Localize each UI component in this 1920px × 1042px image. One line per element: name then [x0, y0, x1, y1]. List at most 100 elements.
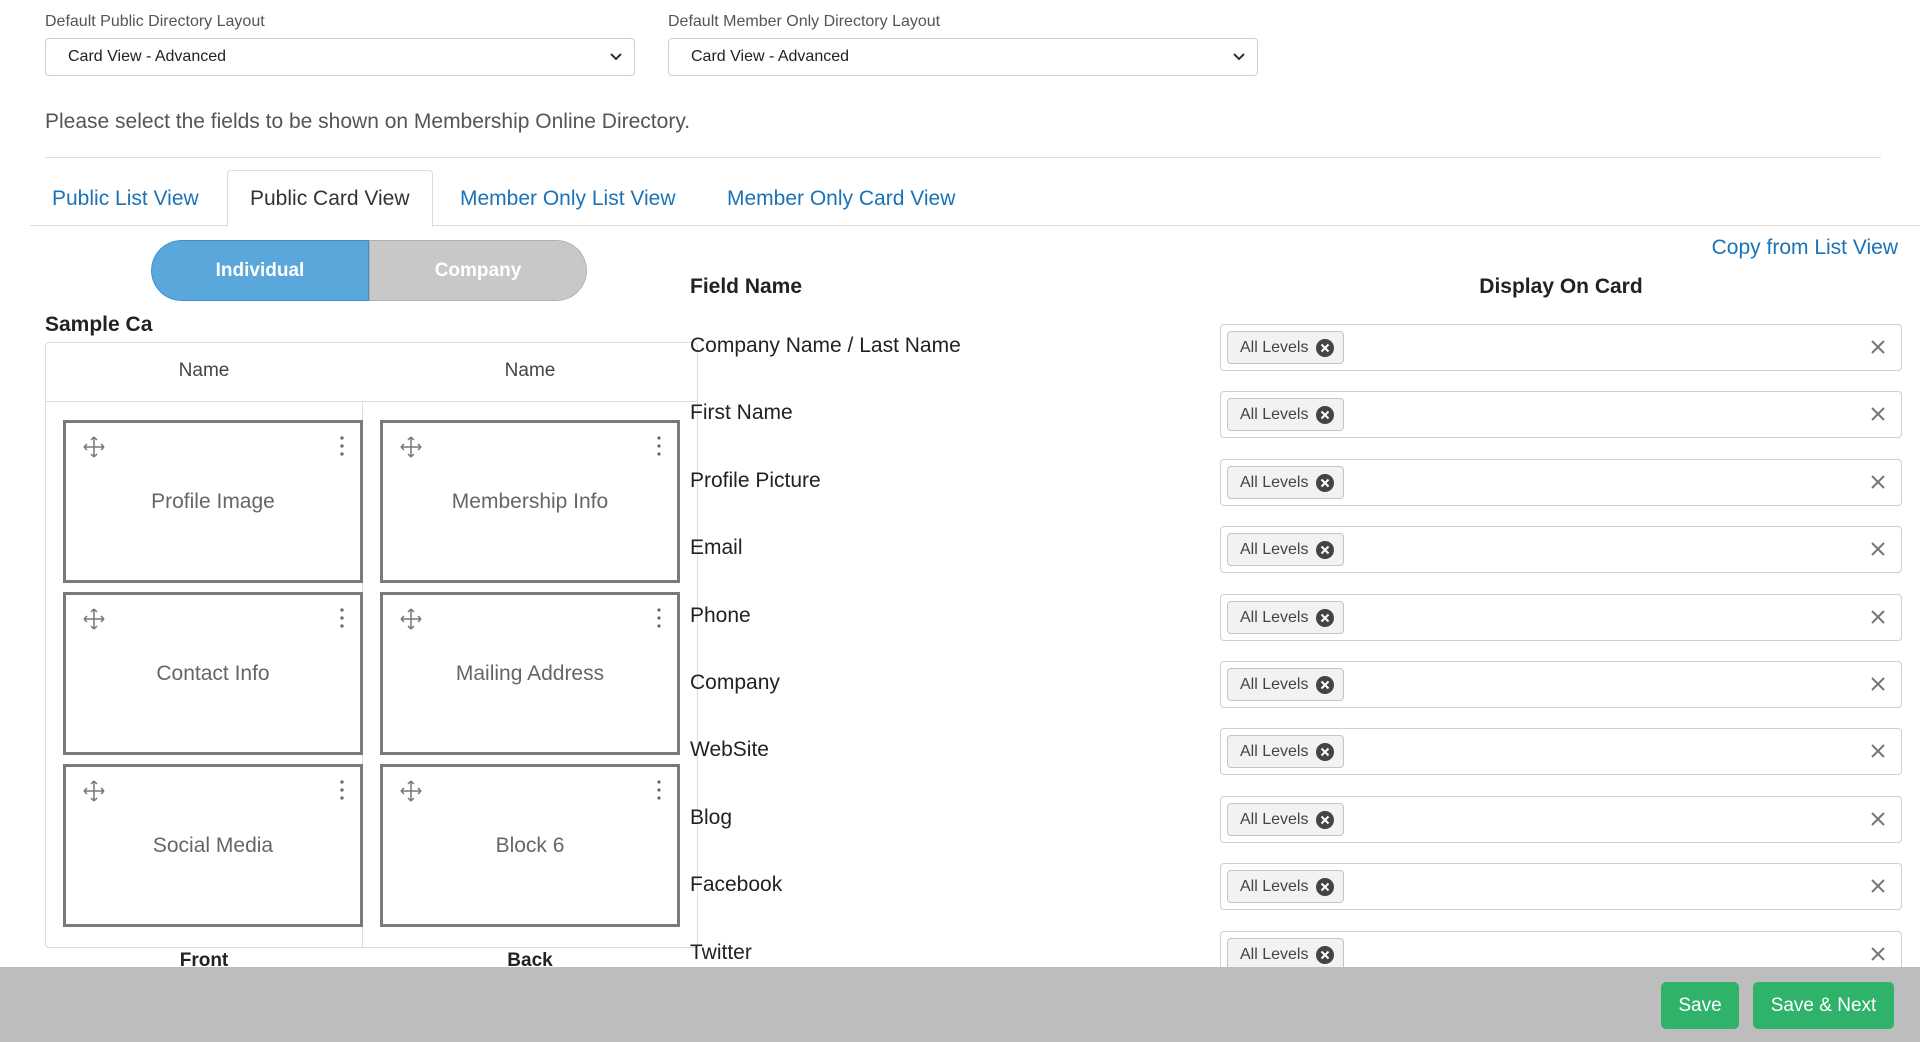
tab-public-card-view[interactable]: Public Card View	[227, 170, 433, 227]
copy-from-list-view-link[interactable]: Copy from List View	[1712, 236, 1898, 260]
level-select[interactable]: All Levels	[1220, 796, 1902, 843]
move-icon[interactable]	[399, 779, 423, 803]
level-tag: All Levels	[1227, 803, 1345, 836]
card-block-mailing-address[interactable]: Mailing Address	[380, 592, 680, 755]
level-tag-label: All Levels	[1240, 945, 1309, 963]
close-circle-icon[interactable]	[1315, 338, 1335, 358]
tab-public-list-view[interactable]: Public List View	[52, 187, 199, 211]
tab-member-only-card-view[interactable]: Member Only Card View	[727, 187, 955, 211]
kebab-icon[interactable]	[338, 607, 346, 629]
move-icon[interactable]	[82, 435, 106, 459]
level-tag: All Levels	[1227, 735, 1345, 768]
member-layout-select[interactable]: Card View - Advanced	[668, 38, 1258, 76]
kebab-icon[interactable]	[338, 435, 346, 457]
field-name-header: Field Name	[690, 275, 803, 298]
level-select[interactable]: All Levels	[1220, 391, 1902, 438]
save-button[interactable]: Save	[1661, 982, 1739, 1029]
level-tag: All Levels	[1227, 398, 1345, 431]
field-name-label: Profile Picture	[690, 469, 821, 492]
close-circle-icon[interactable]	[1315, 405, 1335, 425]
kebab-icon[interactable]	[655, 607, 663, 629]
move-icon[interactable]	[82, 779, 106, 803]
level-tag-label: All Levels	[1240, 338, 1309, 356]
save-next-button[interactable]: Save & Next	[1753, 982, 1894, 1029]
move-icon[interactable]	[399, 607, 423, 631]
block-label: Social Media	[152, 833, 274, 857]
close-circle-icon[interactable]	[1315, 742, 1335, 762]
back-column-header: Name	[504, 360, 556, 381]
level-tag-label: All Levels	[1240, 608, 1309, 626]
level-select[interactable]: All Levels	[1220, 594, 1902, 641]
card-block-profile-image[interactable]: Profile Image	[63, 420, 363, 583]
level-tag-label: All Levels	[1240, 405, 1309, 423]
close-circle-icon[interactable]	[1315, 877, 1335, 897]
chevron-down-icon	[610, 53, 622, 61]
field-name-label: Facebook	[690, 873, 783, 896]
move-icon[interactable]	[399, 435, 423, 459]
close-icon[interactable]	[1869, 473, 1887, 491]
close-icon[interactable]	[1869, 810, 1887, 828]
kebab-icon[interactable]	[338, 779, 346, 801]
kebab-icon[interactable]	[655, 435, 663, 457]
level-tag: All Levels	[1227, 466, 1345, 499]
close-circle-icon[interactable]	[1315, 810, 1335, 830]
close-icon[interactable]	[1869, 608, 1887, 626]
field-name-label: Blog	[690, 806, 733, 829]
member-layout-value: Card View - Advanced	[691, 48, 850, 65]
member-layout-label: Default Member Only Directory Layout	[668, 13, 941, 30]
card-block-membership-info[interactable]: Membership Info	[380, 420, 680, 583]
level-tag-label: All Levels	[1240, 540, 1309, 558]
level-select[interactable]: All Levels	[1220, 661, 1902, 708]
close-icon[interactable]	[1869, 742, 1887, 760]
card-block-contact-info[interactable]: Contact Info	[63, 592, 363, 755]
close-circle-icon[interactable]	[1315, 675, 1335, 695]
level-select[interactable]: All Levels	[1220, 324, 1902, 371]
close-circle-icon[interactable]	[1315, 473, 1335, 493]
public-layout-select[interactable]: Card View - Advanced	[45, 38, 635, 76]
close-icon[interactable]	[1869, 540, 1887, 558]
level-tag: All Levels	[1227, 601, 1345, 634]
close-circle-icon[interactable]	[1315, 608, 1335, 628]
block-label: Mailing Address	[455, 661, 605, 685]
tab-member-only-list-view[interactable]: Member Only List View	[460, 187, 676, 211]
level-tag: All Levels	[1227, 668, 1345, 701]
level-select[interactable]: All Levels	[1220, 863, 1902, 910]
close-icon[interactable]	[1869, 405, 1887, 423]
toggle-individual[interactable]: Individual	[151, 240, 369, 301]
field-name-label: Twitter	[690, 941, 752, 964]
field-name-label: Phone	[690, 604, 751, 627]
move-icon[interactable]	[82, 607, 106, 631]
level-tag-label: All Levels	[1240, 473, 1309, 491]
close-circle-icon[interactable]	[1315, 540, 1335, 560]
kebab-icon[interactable]	[655, 779, 663, 801]
close-icon[interactable]	[1869, 877, 1887, 895]
level-tag: All Levels	[1227, 533, 1345, 566]
close-icon[interactable]	[1869, 945, 1887, 963]
level-tag-label: All Levels	[1240, 877, 1309, 895]
field-name-label: Email	[690, 536, 743, 559]
footer-bar	[0, 967, 1920, 1042]
level-tag-label: All Levels	[1240, 742, 1309, 760]
level-tag-label: All Levels	[1240, 675, 1309, 693]
close-icon[interactable]	[1869, 675, 1887, 693]
entity-toggle: Individual Company	[151, 240, 587, 301]
card-block-social-media[interactable]: Social Media	[63, 764, 363, 927]
block-label: Profile Image	[151, 489, 275, 513]
level-select[interactable]: All Levels	[1220, 526, 1902, 573]
card-block-6[interactable]: Block 6	[380, 764, 680, 927]
chevron-down-icon	[1233, 53, 1245, 61]
field-name-label: WebSite	[690, 738, 769, 761]
level-tag: All Levels	[1227, 331, 1345, 364]
field-name-label: Company Name / Last Name	[690, 334, 961, 357]
display-on-card-header: Display On Card	[1479, 275, 1643, 298]
card-header-rule	[46, 401, 697, 402]
field-name-label: Company	[690, 671, 780, 694]
close-icon[interactable]	[1869, 338, 1887, 356]
level-select[interactable]: All Levels	[1220, 459, 1902, 506]
close-circle-icon[interactable]	[1315, 945, 1335, 965]
block-label: Membership Info	[451, 489, 609, 513]
level-select[interactable]: All Levels	[1220, 728, 1902, 775]
field-name-label: First Name	[690, 401, 793, 424]
public-layout-label: Default Public Directory Layout	[45, 13, 265, 30]
toggle-company[interactable]: Company	[369, 240, 587, 301]
